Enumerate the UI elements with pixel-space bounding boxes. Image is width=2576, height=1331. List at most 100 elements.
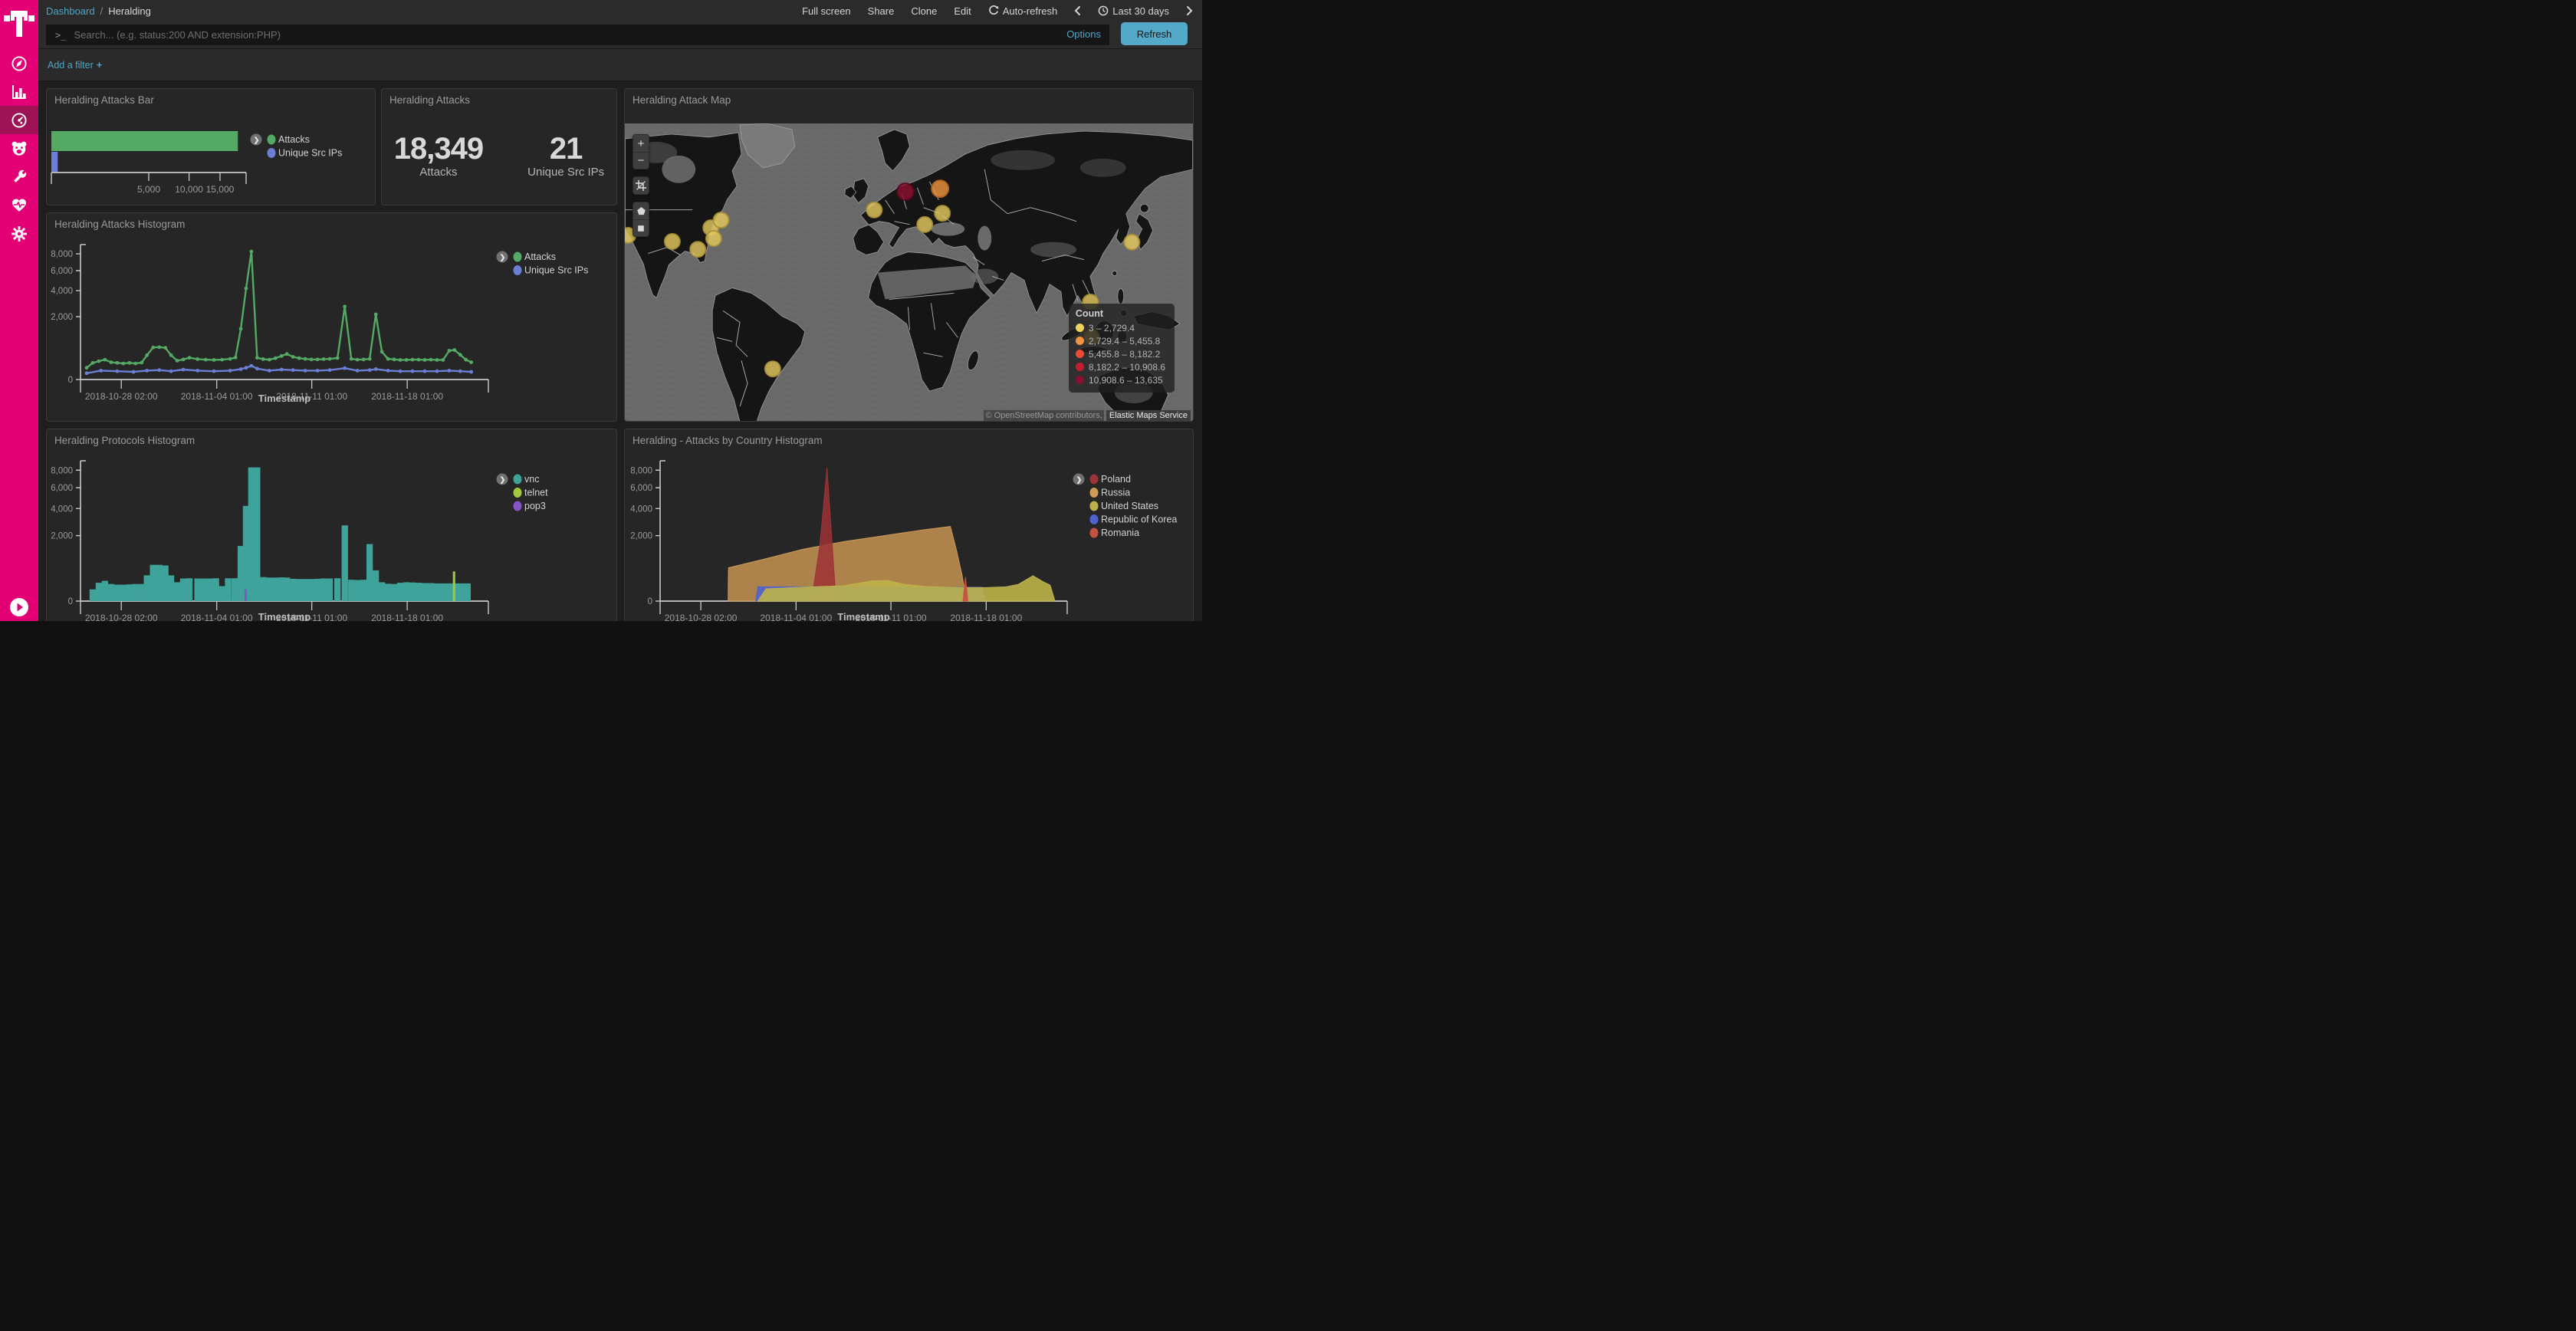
bar-telnet xyxy=(453,572,455,601)
bar-vnc xyxy=(96,583,101,601)
legend-item[interactable]: vnc xyxy=(514,474,540,485)
legend-item[interactable]: Russia xyxy=(1090,488,1131,498)
search-input[interactable] xyxy=(74,29,1109,41)
legend-toggle-icon[interactable]: ❯ xyxy=(251,134,262,146)
legend-item[interactable]: Attacks xyxy=(514,251,557,262)
breadcrumb-dashboard-link[interactable]: Dashboard xyxy=(46,5,95,17)
map-attack-marker[interactable] xyxy=(765,361,780,376)
bar-vnc xyxy=(108,584,113,600)
clock-icon xyxy=(1098,5,1109,16)
map-zoom-in-button[interactable]: + xyxy=(633,135,649,152)
protocols-histogram-chart[interactable]: 02,0004,0006,0008,0002018-10-28 02:00201… xyxy=(47,429,617,621)
legend-toggle-icon[interactable]: ❯ xyxy=(497,251,508,263)
panel-country-histogram: Heralding - Attacks by Country Histogram… xyxy=(624,429,1194,621)
map-attack-marker[interactable] xyxy=(935,205,950,221)
map-attack-marker[interactable] xyxy=(706,231,721,246)
legend-toggle-icon[interactable]: ❯ xyxy=(497,474,508,485)
bar-vnc xyxy=(213,579,219,601)
svg-text:2018-11-04 01:00: 2018-11-04 01:00 xyxy=(181,391,253,402)
svg-text:pop3: pop3 xyxy=(524,501,546,511)
legend-title: Count xyxy=(1076,308,1165,319)
breadcrumb-separator: / xyxy=(100,5,104,17)
options-link[interactable]: Options xyxy=(1066,28,1101,40)
legend-item[interactable]: Unique Src IPs xyxy=(268,148,343,159)
svg-text:Poland: Poland xyxy=(1101,474,1131,485)
sidebar-item-devtools[interactable] xyxy=(0,163,38,191)
bar-vnc xyxy=(434,583,439,600)
map-fit-bounds-button[interactable] xyxy=(633,177,649,194)
refresh-button[interactable]: Refresh xyxy=(1121,22,1188,45)
sidebar-item-discover[interactable] xyxy=(0,49,38,77)
legend-color-dot xyxy=(1076,324,1084,332)
sidebar-item-management[interactable] xyxy=(0,219,38,248)
clone-button[interactable]: Clone xyxy=(911,5,937,17)
map-draw-polygon-button[interactable] xyxy=(633,202,649,219)
map-draw-rectangle-button[interactable] xyxy=(633,219,649,236)
panel-title: Heralding Attacks xyxy=(389,94,470,106)
crop-icon xyxy=(636,180,646,191)
map-legend-item: 5,455.8 – 8,182.2 xyxy=(1076,347,1165,360)
legend-item[interactable]: Attacks xyxy=(268,134,310,145)
bar-vnc xyxy=(284,578,290,601)
bar-vnc xyxy=(255,468,260,600)
bar-vnc xyxy=(195,579,200,601)
time-forward-button[interactable] xyxy=(1186,5,1193,16)
edit-button[interactable]: Edit xyxy=(954,5,971,17)
elastic-maps-service-link[interactable]: Elastic Maps Service xyxy=(1106,410,1191,421)
time-range-picker[interactable]: Last 30 days xyxy=(1098,5,1169,17)
time-back-button[interactable] xyxy=(1074,5,1081,16)
map-attack-marker[interactable] xyxy=(714,212,729,228)
bar-vnc xyxy=(261,577,266,600)
metric-unique-src-ips: 21 Unique Src IPs xyxy=(527,133,604,179)
bar-vnc xyxy=(279,578,284,601)
bar-vnc xyxy=(465,583,470,600)
metric-label: Attacks xyxy=(394,166,483,179)
pentagon-icon xyxy=(636,205,647,217)
add-filter-link[interactable]: Add a filter+ xyxy=(48,59,102,71)
legend-item[interactable]: United States xyxy=(1090,501,1159,511)
map-attack-marker[interactable] xyxy=(932,180,948,197)
svg-text:0: 0 xyxy=(68,597,73,606)
legend-item[interactable]: Poland xyxy=(1090,474,1131,485)
attacks-bar-chart[interactable]: 5,00010,00015,000❯AttacksUnique Src IPs xyxy=(47,89,376,205)
map-attack-marker[interactable] xyxy=(1124,235,1139,250)
map-attack-marker[interactable] xyxy=(917,217,932,232)
heartbeat-icon xyxy=(11,197,28,214)
metric-value: 18,349 xyxy=(394,133,483,164)
legend-toggle-icon[interactable]: ❯ xyxy=(1073,474,1085,485)
svg-text:2,000: 2,000 xyxy=(51,313,73,322)
share-button[interactable]: Share xyxy=(868,5,895,17)
bar-vnc xyxy=(150,565,156,600)
legend-item[interactable]: telnet xyxy=(514,488,549,498)
bar-vnc xyxy=(367,544,373,600)
top-menu: Full screen Share Clone Edit Auto-refres… xyxy=(802,0,1193,21)
auto-refresh-button[interactable]: Auto-refresh xyxy=(988,5,1058,17)
map-zoom-out-button[interactable]: − xyxy=(633,152,649,169)
legend-range-label: 10,908.6 – 13,635 xyxy=(1089,375,1163,386)
bar-vnc xyxy=(458,583,464,600)
map-attack-marker[interactable] xyxy=(866,202,882,218)
country-histogram-chart[interactable]: 02,0004,0006,0008,0002018-10-28 02:00201… xyxy=(625,429,1194,621)
svg-text:2018-11-18 01:00: 2018-11-18 01:00 xyxy=(371,613,443,621)
sidebar-item-dashboard[interactable] xyxy=(0,106,38,134)
panel-attacks-bar: Heralding Attacks Bar 5,00010,00015,000❯… xyxy=(46,88,376,205)
legend-item[interactable]: pop3 xyxy=(514,501,546,511)
map-attack-marker[interactable] xyxy=(665,234,680,249)
map-attack-marker[interactable] xyxy=(897,183,914,200)
legend-item[interactable]: Unique Src IPs xyxy=(514,265,589,276)
sidebar-item-timelion[interactable] xyxy=(0,134,38,163)
map-attack-marker[interactable] xyxy=(690,242,705,257)
sidebar-item-monitoring[interactable] xyxy=(0,191,38,219)
sidebar-item-visualize[interactable] xyxy=(0,77,38,106)
attacks-histogram-chart[interactable]: 02,0004,0006,0008,0002018-10-28 02:00201… xyxy=(47,213,617,422)
legend-item[interactable]: Republic of Korea xyxy=(1090,514,1178,525)
bar-vnc xyxy=(403,583,409,601)
expand-sidebar-button[interactable] xyxy=(10,598,28,616)
full-screen-button[interactable]: Full screen xyxy=(802,5,851,17)
svg-text:4,000: 4,000 xyxy=(51,504,73,514)
world-map[interactable]: + − xyxy=(625,123,1193,422)
svg-text:8,000: 8,000 xyxy=(51,466,73,475)
svg-text:2018-10-28 02:00: 2018-10-28 02:00 xyxy=(85,391,158,402)
svg-text:10,000: 10,000 xyxy=(175,184,203,195)
legend-item[interactable]: Romania xyxy=(1090,527,1140,538)
